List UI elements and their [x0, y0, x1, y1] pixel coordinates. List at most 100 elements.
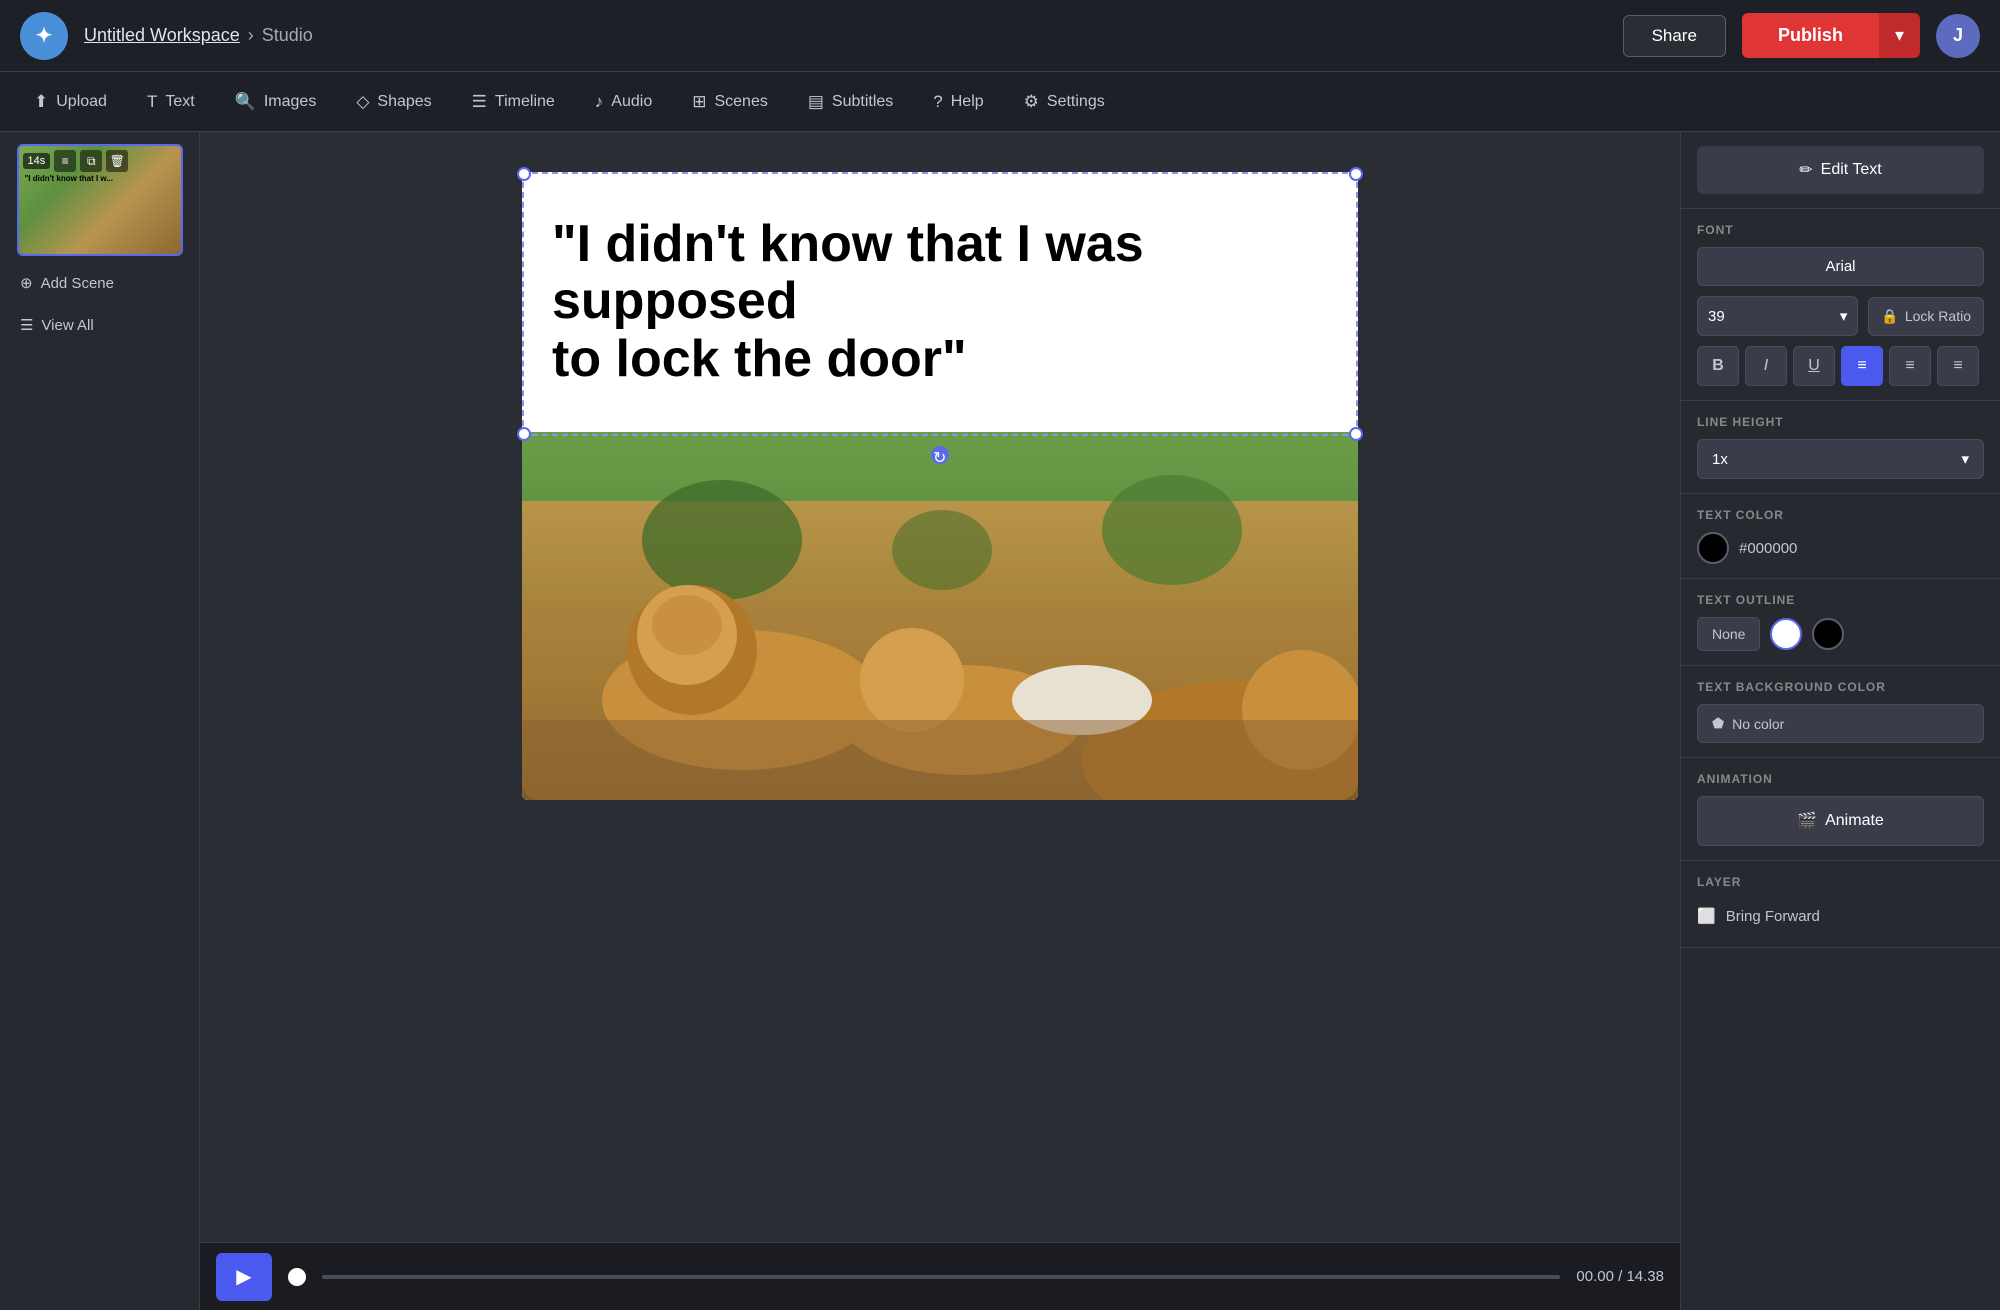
images-button[interactable]: 🔍 Images	[217, 84, 335, 120]
text-outline-label: TEXT OUTLINE	[1697, 593, 1984, 607]
layer-section: LAYER ⬜ Bring Forward	[1681, 861, 2000, 948]
timeline-icon: ☰	[472, 92, 487, 112]
no-color-button[interactable]: ⬟ No color	[1697, 704, 1984, 743]
text-color-swatch[interactable]	[1697, 532, 1729, 564]
scene-controls: 14s ≡ ⧉ 🗑	[23, 150, 129, 172]
breadcrumb-separator: ›	[248, 25, 254, 46]
lock-icon: 🔒	[1881, 308, 1898, 325]
scene-copy-icon[interactable]: ⧉	[80, 150, 102, 172]
shapes-icon: ◇	[356, 92, 369, 112]
scene-thumbnail[interactable]: 14s ≡ ⧉ 🗑 "I didn't know that I w...	[17, 144, 183, 256]
scene-time: 14s	[23, 153, 51, 169]
edit-text-button[interactable]: ✏ Edit Text	[1697, 146, 1984, 194]
main-layout: 14s ≡ ⧉ 🗑 "I didn't know that I w... ⊕ A…	[0, 132, 2000, 1310]
line-height-label: LINE HEIGHT	[1697, 415, 1984, 429]
scene-delete-icon[interactable]: 🗑	[106, 150, 128, 172]
text-bg-color-section: TEXT BACKGROUND COLOR ⬟ No color	[1681, 666, 2000, 758]
text-outline-section: TEXT OUTLINE None	[1681, 579, 2000, 666]
edit-icon: ✏	[1799, 160, 1812, 180]
line-height-section: LINE HEIGHT 1x ▾	[1681, 401, 2000, 494]
outline-none-button[interactable]: None	[1697, 617, 1760, 651]
publish-group: Publish ▾	[1742, 13, 1920, 58]
upload-button[interactable]: ⬆ Upload	[16, 84, 125, 120]
right-panel: ✏ Edit Text FONT Arial 39 ▾ 🔒 Lock Ratio…	[1680, 132, 2000, 1310]
time-display: 00.00 / 14.38	[1576, 1268, 1664, 1285]
canvas-wrapper: ↻ "I didn't know that I was supposed to …	[522, 172, 1358, 800]
text-button[interactable]: T Text	[129, 84, 213, 120]
animation-section: ANIMATION 🎬 Animate	[1681, 758, 2000, 861]
avatar[interactable]: J	[1936, 14, 1980, 58]
canvas-frame[interactable]: "I didn't know that I was supposed to lo…	[522, 172, 1358, 800]
breadcrumb-page: Studio	[262, 25, 313, 46]
play-button[interactable]: ▶	[216, 1253, 272, 1301]
workspace-link[interactable]: Untitled Workspace	[84, 25, 240, 46]
text-format-row: B I U ≡ ≡ ≡	[1697, 346, 1984, 386]
settings-icon: ⚙	[1024, 92, 1039, 112]
chevron-down-icon: ▾	[1840, 307, 1848, 325]
help-button[interactable]: ? Help	[915, 84, 1001, 120]
font-size-row: 39 ▾ 🔒 Lock Ratio	[1697, 296, 1984, 336]
toolbar: ⬆ Upload T Text 🔍 Images ◇ Shapes ☰ Time…	[0, 72, 2000, 132]
settings-button[interactable]: ⚙ Settings	[1006, 84, 1123, 120]
animate-button[interactable]: 🎬 Animate	[1697, 796, 1984, 846]
chevron-down-icon: ▾	[1961, 450, 1969, 468]
share-button[interactable]: Share	[1623, 15, 1726, 57]
subtitles-button[interactable]: ▤ Subtitles	[790, 84, 911, 120]
timeline-button[interactable]: ☰ Timeline	[454, 84, 573, 120]
bring-forward-button[interactable]: ⬜ Bring Forward	[1697, 899, 1820, 933]
font-selector[interactable]: Arial	[1697, 247, 1984, 286]
timeline-track[interactable]	[322, 1275, 1560, 1279]
subtitles-icon: ▤	[808, 92, 824, 112]
font-section-label: FONT	[1697, 223, 1984, 237]
canvas-textbox[interactable]: "I didn't know that I was supposed to lo…	[522, 172, 1358, 432]
animate-icon: 🎬	[1797, 811, 1817, 831]
scenes-button[interactable]: ⊞ Scenes	[674, 84, 786, 120]
text-color-section: TEXT COLOR #000000	[1681, 494, 2000, 579]
left-panel: 14s ≡ ⧉ 🗑 "I didn't know that I w... ⊕ A…	[0, 132, 200, 1310]
publish-chevron-button[interactable]: ▾	[1879, 13, 1920, 58]
text-bg-color-label: TEXT BACKGROUND COLOR	[1697, 680, 1984, 694]
align-center-button[interactable]: ≡	[1889, 346, 1931, 386]
breadcrumb: Untitled Workspace › Studio	[84, 25, 313, 46]
add-scene-icon: ⊕	[20, 274, 33, 292]
text-color-label: TEXT COLOR	[1697, 508, 1984, 522]
canvas-text: "I didn't know that I was supposed to lo…	[552, 216, 1328, 388]
audio-button[interactable]: ♪ Audio	[577, 84, 670, 120]
no-color-icon: ⬟	[1712, 715, 1724, 732]
animation-label: ANIMATION	[1697, 772, 1984, 786]
outline-row: None	[1697, 617, 1984, 651]
align-left-button[interactable]: ≡	[1841, 346, 1883, 386]
timeline-knob[interactable]	[288, 1268, 306, 1286]
outline-black-swatch[interactable]	[1812, 618, 1844, 650]
shapes-button[interactable]: ◇ Shapes	[338, 84, 449, 120]
layer-label: LAYER	[1697, 875, 1984, 889]
text-color-row: #000000	[1697, 532, 1984, 564]
audio-icon: ♪	[595, 92, 604, 112]
add-scene-button[interactable]: ⊕ Add Scene	[0, 268, 199, 298]
help-icon: ?	[933, 92, 942, 112]
lock-ratio-button[interactable]: 🔒 Lock Ratio	[1868, 297, 1984, 336]
font-section: FONT Arial 39 ▾ 🔒 Lock Ratio B I U ≡	[1681, 209, 2000, 401]
images-icon: 🔍	[235, 92, 256, 112]
align-right-button[interactable]: ≡	[1937, 346, 1979, 386]
canvas-area: ↻ "I didn't know that I was supposed to …	[200, 132, 1680, 1310]
bold-button[interactable]: B	[1697, 346, 1739, 386]
underline-button[interactable]: U	[1793, 346, 1835, 386]
view-all-icon: ☰	[20, 316, 33, 334]
upload-icon: ⬆	[34, 92, 48, 112]
scene-text-icon[interactable]: ≡	[54, 150, 76, 172]
scenes-icon: ⊞	[692, 92, 706, 112]
font-size-selector[interactable]: 39 ▾	[1697, 296, 1858, 336]
outline-white-swatch[interactable]	[1770, 618, 1802, 650]
topbar: ✦ Untitled Workspace › Studio Share Publ…	[0, 0, 2000, 72]
edit-text-section: ✏ Edit Text	[1681, 132, 2000, 209]
app-logo: ✦	[20, 12, 68, 60]
text-icon: T	[147, 92, 157, 112]
text-color-value: #000000	[1739, 540, 1797, 557]
view-all-button[interactable]: ☰ View All	[0, 310, 199, 340]
publish-button[interactable]: Publish	[1742, 13, 1879, 58]
line-height-selector[interactable]: 1x ▾	[1697, 439, 1984, 479]
italic-button[interactable]: I	[1745, 346, 1787, 386]
timeline-bar: ▶ 00.00 / 14.38	[200, 1242, 1680, 1310]
bring-forward-icon: ⬜	[1697, 907, 1716, 925]
